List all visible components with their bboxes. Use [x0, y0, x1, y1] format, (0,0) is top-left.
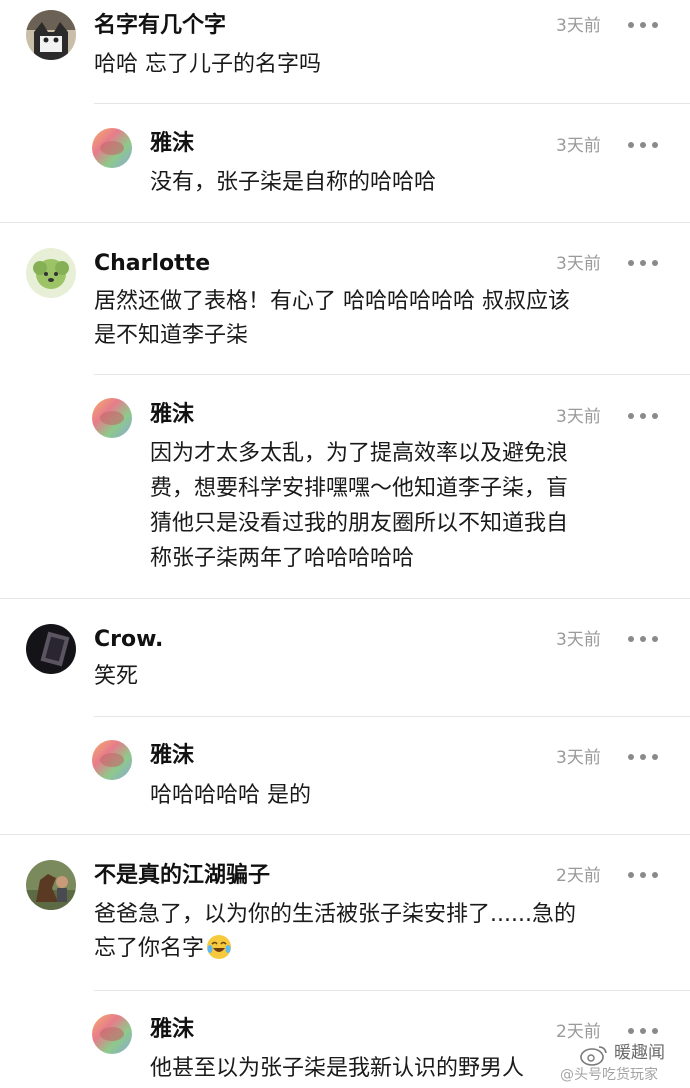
comment-text: 他甚至以为张子柒是我新认识的野男人	[150, 1056, 525, 1081]
more-options-icon[interactable]	[626, 870, 660, 880]
more-options-icon[interactable]	[626, 634, 660, 644]
comment-time: 3天前	[556, 748, 601, 768]
comment-text: 费，想要科学安排嘿嘿～他知道李子柒，盲	[150, 476, 569, 501]
rainbow-avatar[interactable]	[92, 740, 132, 780]
comment-feed: 名字有几个字 3天前 哈哈 忘了儿子的名字吗 雅沫 3天前 没有，张子柒是自称的…	[0, 0, 690, 1088]
comment-text: 没有，张子柒是自称的哈哈哈	[150, 170, 437, 195]
comment-author[interactable]: 雅沫	[150, 742, 194, 770]
reply-item: 雅沫 3天前 因为才太多太乱，为了提高效率以及避免浪 费，想要科学安排嘿嘿～他知…	[0, 374, 690, 598]
comment-time: 3天前	[556, 407, 601, 427]
cat-avatar[interactable]	[26, 10, 76, 60]
comment-time: 3天前	[556, 136, 601, 156]
weibo-logo-icon	[580, 1046, 607, 1066]
comment-text: 是不知道李子柒	[94, 323, 249, 348]
comment-author[interactable]: Crow.	[94, 626, 163, 654]
reply-item: 雅沫 3天前 没有，张子柒是自称的哈哈哈	[0, 104, 690, 222]
more-options-icon[interactable]	[626, 140, 660, 150]
comment-author[interactable]: 不是真的江湖骗子	[94, 862, 270, 890]
comment-author[interactable]: Charlotte	[94, 250, 210, 278]
comment-text: 哈哈 忘了儿子的名字吗	[94, 52, 321, 77]
comment-text: 猜他只是没看过我的朋友圈所以不知道我自	[150, 511, 569, 536]
comment-time: 2天前	[556, 866, 601, 886]
comment-time: 3天前	[556, 254, 601, 274]
comment-text: 称张子柒两年了哈哈哈哈哈	[150, 546, 415, 571]
comment-time: 3天前	[556, 630, 601, 650]
comment-item: Crow. 3天前 笑死	[0, 598, 690, 716]
rainbow-avatar[interactable]	[92, 128, 132, 168]
comment-text: 笑死	[94, 664, 139, 689]
comment-author[interactable]: 雅沫	[150, 130, 194, 158]
comment-author[interactable]: 雅沫	[150, 401, 194, 429]
reply-item: 雅沫 3天前 哈哈哈哈哈 是的	[0, 716, 690, 834]
more-options-icon[interactable]	[626, 258, 660, 268]
watermark: 暖趣闻 @头号吃货玩家	[560, 1040, 688, 1086]
more-options-icon[interactable]	[626, 20, 660, 30]
comment-time: 3天前	[556, 16, 601, 36]
comment-text-last-line: 忘了你名字	[94, 932, 232, 966]
watermark-subtext: @头号吃货玩家	[560, 1067, 658, 1083]
comment-author[interactable]: 名字有几个字	[94, 12, 226, 40]
comment-text: 因为才太多太乱，为了提高效率以及避免浪	[150, 441, 569, 466]
comment-text: 忘了你名字	[94, 936, 205, 961]
more-options-icon[interactable]	[626, 752, 660, 762]
rainbow-avatar[interactable]	[92, 398, 132, 438]
more-options-icon[interactable]	[626, 411, 660, 421]
comment-item: 不是真的江湖骗子 2天前 爸爸急了，以为你的生活被张子柒安排了......急的 …	[0, 834, 690, 990]
comment-text: 爸爸急了，以为你的生活被张子柒安排了......急的	[94, 902, 576, 927]
dark-avatar[interactable]	[26, 624, 76, 674]
comment-text: 居然还做了表格！有心了 哈哈哈哈哈哈 叔叔应该	[94, 289, 570, 314]
watermark-text: 暖趣闻	[614, 1043, 665, 1063]
comment-item: 名字有几个字 3天前 哈哈 忘了儿子的名字吗	[0, 0, 690, 104]
rainbow-avatar[interactable]	[92, 1014, 132, 1054]
puppy-avatar[interactable]	[26, 248, 76, 298]
comment-item: Charlotte 3天前 居然还做了表格！有心了 哈哈哈哈哈哈 叔叔应该 是不…	[0, 222, 690, 374]
comment-author[interactable]: 雅沫	[150, 1016, 194, 1044]
more-options-icon[interactable]	[626, 1026, 660, 1036]
horse-avatar[interactable]	[26, 860, 76, 910]
comment-text: 哈哈哈哈哈 是的	[150, 783, 311, 808]
laughing-crying-emoji-icon	[207, 935, 232, 959]
